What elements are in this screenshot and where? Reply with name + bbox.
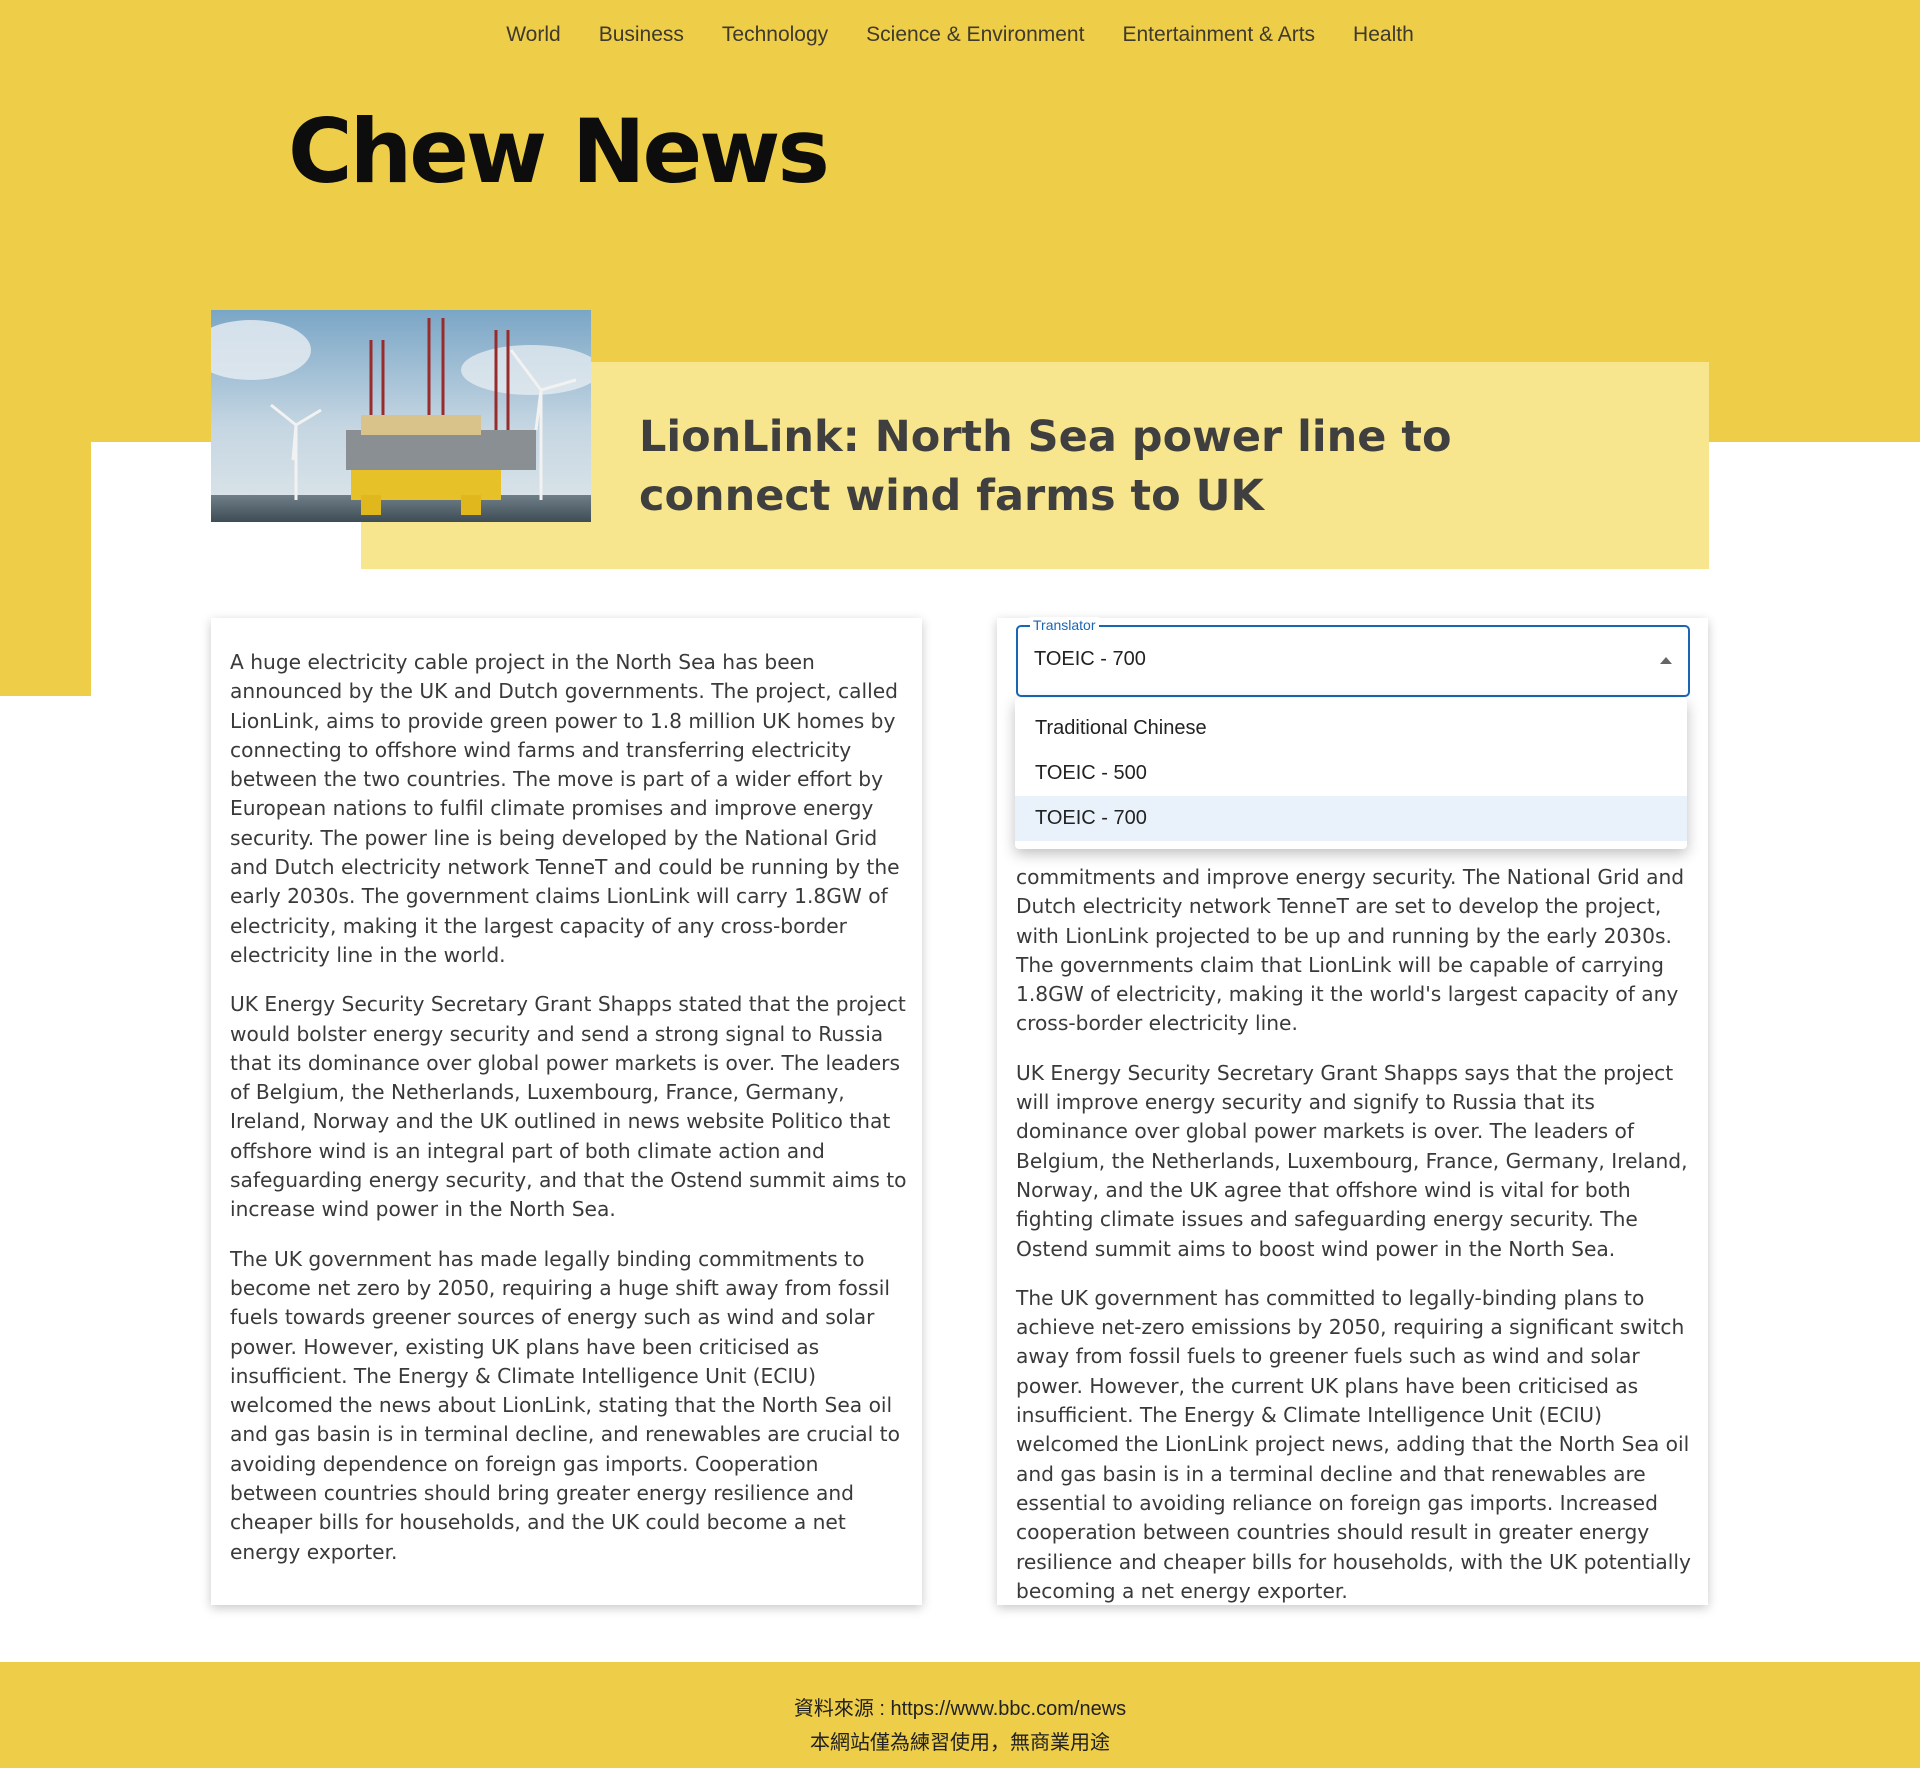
footer-source: 資料來源 : https://www.bbc.com/news (793, 1698, 1127, 1720)
site-logo[interactable]: Chew News (288, 100, 830, 203)
translator-select[interactable]: Translator TOEIC - 700 (1016, 617, 1690, 697)
original-paragraph: The UK government has made legally bindi… (230, 1246, 900, 1564)
nav-world[interactable]: World (506, 23, 560, 47)
original-paragraph: UK Energy Security Secretary Grant Shapp… (230, 992, 907, 1222)
translated-paragraph: The UK government has committed to legal… (1016, 1285, 1691, 1603)
translated-article-card: is part of a wider effort by European na… (997, 617, 1708, 1605)
option-traditional-chinese[interactable]: Traditional Chinese (1015, 706, 1687, 751)
side-accent (0, 442, 91, 696)
original-article-text: A huge electricity cable project in the … (230, 648, 910, 1587)
nav-science-environment[interactable]: Science & Environment (866, 23, 1084, 47)
translated-paragraph: commitments and improve energy security.… (1016, 865, 1685, 1036)
hero-image (211, 310, 591, 522)
article-title: LionLink: North Sea power line to connec… (639, 412, 1452, 521)
translator-label: Translator (1030, 617, 1099, 633)
nav-business[interactable]: Business (599, 23, 684, 47)
nav-health[interactable]: Health (1353, 23, 1414, 47)
nav-technology[interactable]: Technology (722, 23, 828, 47)
option-toeic-500[interactable]: TOEIC - 500 (1015, 751, 1687, 796)
translated-article-text: commitments and improve energy security.… (1016, 863, 1696, 1626)
caret-up-icon[interactable] (1660, 657, 1672, 664)
footer: 資料來源 : https://www.bbc.com/news 本網站僅為練習使… (0, 1662, 1920, 1768)
option-toeic-700[interactable]: TOEIC - 700 (1015, 796, 1687, 841)
top-nav: World Business Technology Science & Envi… (0, 0, 1920, 70)
footer-disclaimer: 本網站僅為練習使用，無商業用途 (810, 1732, 1110, 1754)
translator-dropdown: Traditional Chinese TOEIC - 500 TOEIC - … (1015, 698, 1687, 849)
nav-entertainment-arts[interactable]: Entertainment & Arts (1122, 23, 1315, 47)
original-paragraph: A huge electricity cable project in the … (230, 650, 900, 967)
translated-paragraph: UK Energy Security Secretary Grant Shapp… (1016, 1060, 1688, 1261)
original-article-card: A huge electricity cable project in the … (211, 618, 922, 1605)
translator-selected-value: TOEIC - 700 (1034, 648, 1146, 670)
